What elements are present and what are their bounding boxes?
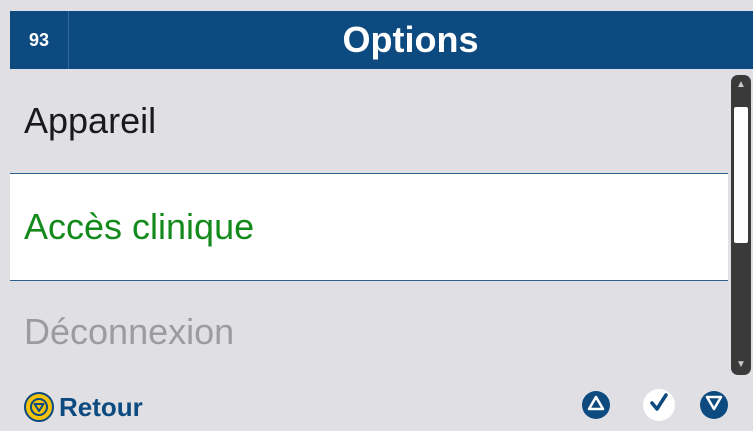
scrollbar[interactable]: ▲ ▼ [731, 75, 751, 375]
menu-item-appareil[interactable]: Appareil [10, 69, 728, 172]
options-screen: 93 Options Appareil Accès clinique Décon… [0, 0, 753, 431]
scroll-thumb[interactable] [734, 107, 748, 243]
footer-bar: Retour [10, 383, 753, 431]
scroll-down-arrow-icon[interactable]: ▼ [731, 357, 751, 373]
back-label: Retour [59, 391, 143, 422]
triangle-up-icon [587, 395, 605, 416]
menu-item-acces-clinique[interactable]: Accès clinique [10, 173, 728, 281]
triangle-down-icon [705, 395, 723, 416]
circle-triangle-down-icon [24, 392, 54, 422]
back-button[interactable]: Retour [24, 391, 143, 423]
scroll-up-arrow-icon[interactable]: ▲ [731, 77, 751, 93]
checkmark-icon [648, 391, 670, 419]
page-title: Options [342, 19, 479, 60]
confirm-button[interactable] [643, 389, 675, 421]
scroll-down-button[interactable] [700, 391, 728, 419]
menu-item-deconnexion[interactable]: Déconnexion [10, 282, 728, 381]
options-menu: Appareil Accès clinique Déconnexion [10, 69, 728, 381]
page-number: 93 [10, 11, 69, 69]
header-bar: 93 Options [10, 11, 753, 69]
scroll-up-button[interactable] [582, 391, 610, 419]
